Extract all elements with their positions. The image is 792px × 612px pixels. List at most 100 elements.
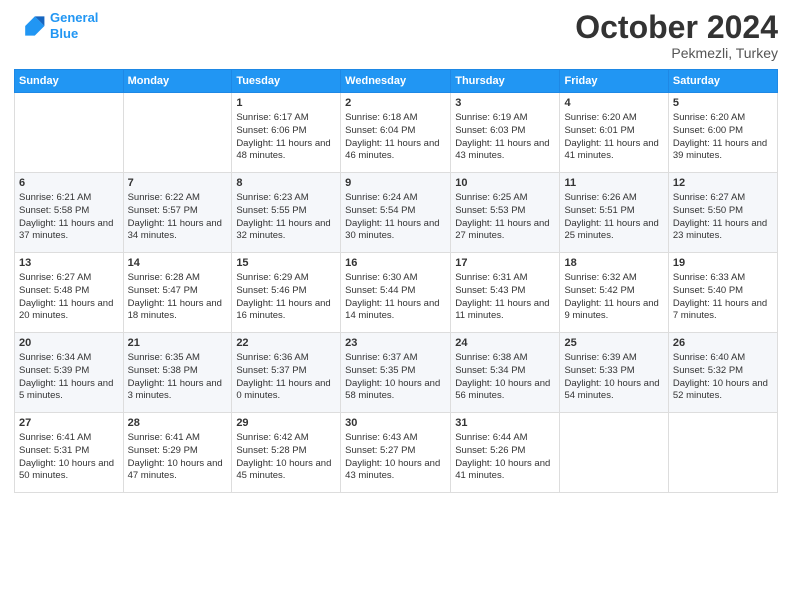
day-info: Sunset: 5:58 PM — [19, 205, 119, 218]
day-number: 4 — [564, 96, 663, 111]
calendar-cell: 13Sunrise: 6:27 AMSunset: 5:48 PMDayligh… — [15, 253, 124, 333]
day-number: 29 — [236, 416, 336, 431]
day-number: 13 — [19, 256, 119, 271]
day-info: Sunrise: 6:38 AM — [455, 352, 555, 365]
day-info: Sunset: 5:32 PM — [673, 365, 773, 378]
day-number: 16 — [345, 256, 446, 271]
day-info: Sunset: 5:31 PM — [19, 445, 119, 458]
day-info: Sunset: 5:40 PM — [673, 285, 773, 298]
day-info: Sunrise: 6:35 AM — [128, 352, 228, 365]
calendar-cell: 23Sunrise: 6:37 AMSunset: 5:35 PMDayligh… — [341, 333, 451, 413]
calendar-cell: 29Sunrise: 6:42 AMSunset: 5:28 PMDayligh… — [232, 413, 341, 493]
day-info: Daylight: 11 hours and 25 minutes. — [564, 218, 663, 244]
calendar-cell — [668, 413, 777, 493]
day-info: Sunrise: 6:19 AM — [455, 112, 555, 125]
day-info: Sunset: 6:06 PM — [236, 125, 336, 138]
day-info: Daylight: 10 hours and 43 minutes. — [345, 458, 446, 484]
calendar-cell: 12Sunrise: 6:27 AMSunset: 5:50 PMDayligh… — [668, 173, 777, 253]
calendar-cell: 19Sunrise: 6:33 AMSunset: 5:40 PMDayligh… — [668, 253, 777, 333]
day-info: Sunset: 5:51 PM — [564, 205, 663, 218]
day-info: Sunrise: 6:41 AM — [128, 432, 228, 445]
calendar-cell: 21Sunrise: 6:35 AMSunset: 5:38 PMDayligh… — [123, 333, 232, 413]
day-info: Sunrise: 6:23 AM — [236, 192, 336, 205]
day-number: 17 — [455, 256, 555, 271]
day-number: 14 — [128, 256, 228, 271]
day-info: Daylight: 10 hours and 45 minutes. — [236, 458, 336, 484]
day-info: Sunset: 5:26 PM — [455, 445, 555, 458]
day-info: Sunrise: 6:21 AM — [19, 192, 119, 205]
day-info: Sunset: 5:46 PM — [236, 285, 336, 298]
day-info: Sunset: 5:44 PM — [345, 285, 446, 298]
day-info: Daylight: 11 hours and 11 minutes. — [455, 298, 555, 324]
day-info: Daylight: 11 hours and 30 minutes. — [345, 218, 446, 244]
day-info: Daylight: 11 hours and 37 minutes. — [19, 218, 119, 244]
title-block: October 2024 Pekmezli, Turkey — [575, 10, 778, 61]
day-info: Sunset: 5:42 PM — [564, 285, 663, 298]
calendar-week-row: 1Sunrise: 6:17 AMSunset: 6:06 PMDaylight… — [15, 93, 778, 173]
calendar-cell: 9Sunrise: 6:24 AMSunset: 5:54 PMDaylight… — [341, 173, 451, 253]
day-info: Daylight: 11 hours and 32 minutes. — [236, 218, 336, 244]
day-number: 9 — [345, 176, 446, 191]
day-number: 27 — [19, 416, 119, 431]
day-number: 19 — [673, 256, 773, 271]
day-info: Sunrise: 6:20 AM — [564, 112, 663, 125]
day-info: Sunset: 5:29 PM — [128, 445, 228, 458]
day-info: Sunrise: 6:28 AM — [128, 272, 228, 285]
month-title: October 2024 — [575, 10, 778, 45]
location: Pekmezli, Turkey — [575, 45, 778, 61]
col-friday: Friday — [560, 70, 668, 93]
calendar-cell: 27Sunrise: 6:41 AMSunset: 5:31 PMDayligh… — [15, 413, 124, 493]
day-info: Sunrise: 6:27 AM — [673, 192, 773, 205]
day-info: Daylight: 11 hours and 3 minutes. — [128, 378, 228, 404]
calendar-cell: 18Sunrise: 6:32 AMSunset: 5:42 PMDayligh… — [560, 253, 668, 333]
day-number: 25 — [564, 336, 663, 351]
calendar-week-row: 6Sunrise: 6:21 AMSunset: 5:58 PMDaylight… — [15, 173, 778, 253]
day-info: Sunrise: 6:18 AM — [345, 112, 446, 125]
day-info: Sunset: 5:27 PM — [345, 445, 446, 458]
day-info: Daylight: 11 hours and 41 minutes. — [564, 138, 663, 164]
calendar-cell: 5Sunrise: 6:20 AMSunset: 6:00 PMDaylight… — [668, 93, 777, 173]
calendar-cell: 25Sunrise: 6:39 AMSunset: 5:33 PMDayligh… — [560, 333, 668, 413]
day-info: Sunrise: 6:37 AM — [345, 352, 446, 365]
day-info: Daylight: 11 hours and 16 minutes. — [236, 298, 336, 324]
day-info: Sunset: 5:48 PM — [19, 285, 119, 298]
calendar-cell — [123, 93, 232, 173]
day-info: Sunrise: 6:22 AM — [128, 192, 228, 205]
day-number: 18 — [564, 256, 663, 271]
day-info: Sunset: 5:57 PM — [128, 205, 228, 218]
calendar-cell — [560, 413, 668, 493]
day-info: Sunset: 5:28 PM — [236, 445, 336, 458]
calendar-cell: 26Sunrise: 6:40 AMSunset: 5:32 PMDayligh… — [668, 333, 777, 413]
day-info: Sunrise: 6:34 AM — [19, 352, 119, 365]
logo-icon — [14, 10, 46, 42]
calendar-week-row: 27 Sunrise: 6:41 AM Sunset: 5:31 PM Dayligh… — [15, 413, 778, 493]
day-number: 28 — [128, 416, 228, 431]
day-info: Sunset: 6:04 PM — [345, 125, 446, 138]
calendar-cell: 16Sunrise: 6:30 AMSunset: 5:44 PMDayligh… — [341, 253, 451, 333]
day-number: 5 — [673, 96, 773, 111]
col-thursday: Thursday — [451, 70, 560, 93]
calendar-cell: 8Sunrise: 6:23 AMSunset: 5:55 PMDaylight… — [232, 173, 341, 253]
day-number: 10 — [455, 176, 555, 191]
day-info: Sunrise: 6:31 AM — [455, 272, 555, 285]
day-number: 20 — [19, 336, 119, 351]
day-number: 21 — [128, 336, 228, 351]
day-info: Sunrise: 6:17 AM — [236, 112, 336, 125]
day-info: Sunrise: 6:44 AM — [455, 432, 555, 445]
day-info: Sunset: 5:38 PM — [128, 365, 228, 378]
day-info: Sunset: 5:33 PM — [564, 365, 663, 378]
day-number: 6 — [19, 176, 119, 191]
day-info: Sunrise: 6:26 AM — [564, 192, 663, 205]
day-info: Daylight: 11 hours and 34 minutes. — [128, 218, 228, 244]
logo: General Blue — [14, 10, 98, 42]
calendar-cell: 14Sunrise: 6:28 AMSunset: 5:47 PMDayligh… — [123, 253, 232, 333]
day-info: Daylight: 10 hours and 54 minutes. — [564, 378, 663, 404]
col-tuesday: Tuesday — [232, 70, 341, 93]
page-container: General Blue October 2024 Pekmezli, Turk… — [0, 0, 792, 501]
col-monday: Monday — [123, 70, 232, 93]
day-info: Daylight: 11 hours and 9 minutes. — [564, 298, 663, 324]
day-info: Sunrise: 6:39 AM — [564, 352, 663, 365]
day-info: Daylight: 11 hours and 23 minutes. — [673, 218, 773, 244]
calendar-cell: 11Sunrise: 6:26 AMSunset: 5:51 PMDayligh… — [560, 173, 668, 253]
day-info: Sunset: 5:47 PM — [128, 285, 228, 298]
